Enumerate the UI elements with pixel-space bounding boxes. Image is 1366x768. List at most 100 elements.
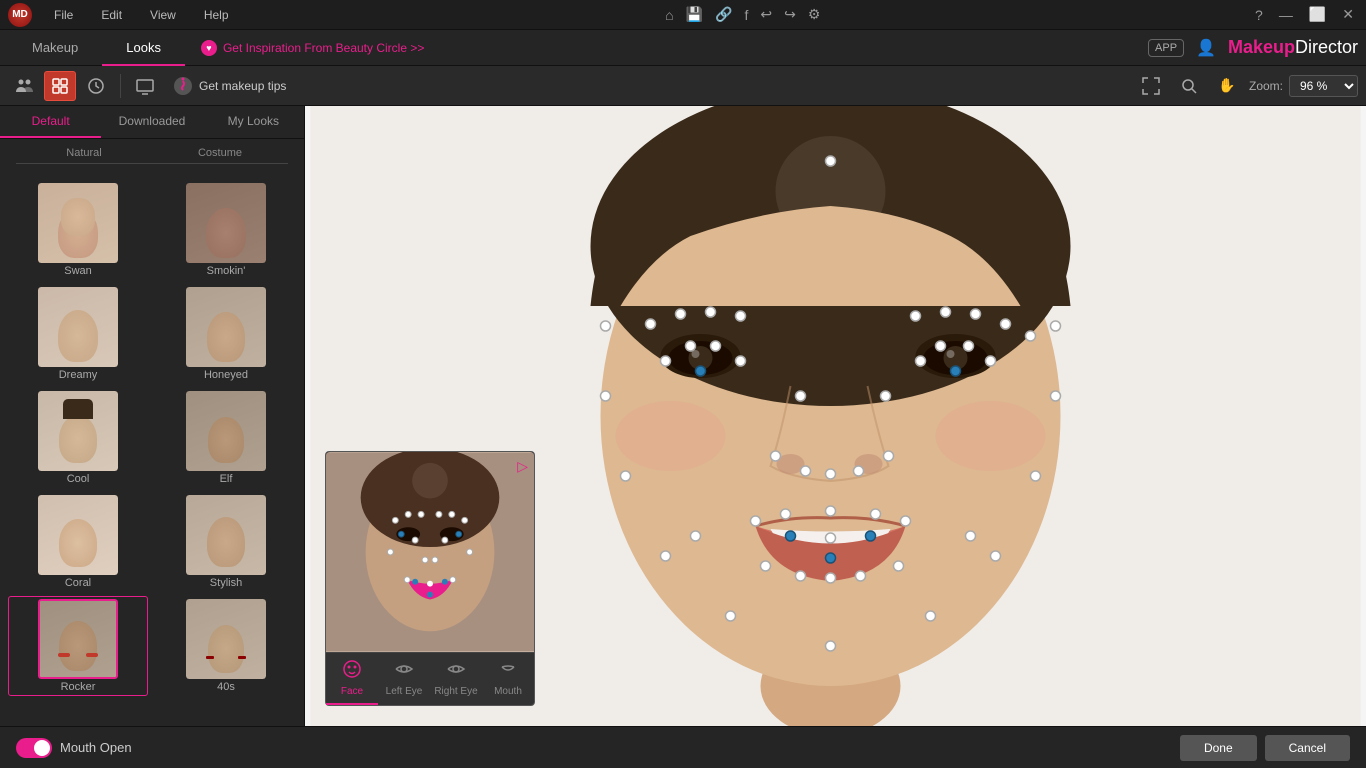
look-dreamy[interactable]: Dreamy [8,284,148,384]
history-tool[interactable] [80,71,112,101]
cool-label: Cool [67,473,90,485]
beauty-circle-label: Get Inspiration From Beauty Circle >> [223,41,424,55]
tab-my-looks[interactable]: My Looks [203,106,304,138]
category-natural: Natural [16,147,152,164]
save-icon[interactable]: 💾 [686,6,703,23]
face-tab-left-eye-icon [394,659,414,684]
right-header: APP 👤 MakeupDirector [1148,37,1358,58]
looks-grid-header: Natural Costume [0,139,304,172]
toolbar-right: ✋ Zoom: 96 % 50 % 75 % 100 % 125 % 150 % [1135,71,1358,101]
40s-thumb [186,599,266,679]
face-tool[interactable] [44,71,76,101]
swan-thumb [38,183,118,263]
help-button[interactable]: ? [1251,7,1267,23]
smokin-label: Smokin' [207,265,246,277]
face-map-panel: ▷ [325,451,535,706]
dreamy-thumb [38,287,118,367]
redo-icon[interactable]: ↪ [784,6,796,23]
hand-tool[interactable]: ✋ [1211,71,1243,101]
toggle-knob [34,740,50,756]
look-40s[interactable]: 40s [156,596,296,696]
honeyed-label: Honeyed [204,369,248,381]
zoom-label: Zoom: [1249,79,1283,93]
face-map-image: ▷ [326,452,534,652]
face-tab-mouth[interactable]: Mouth [482,653,534,705]
done-button[interactable]: Done [1180,735,1257,761]
toolbar-divider [120,74,121,98]
minimize-button[interactable]: — [1275,7,1297,23]
looks-grid: Swan Smokin' [0,172,304,726]
close-button[interactable]: ✕ [1338,6,1358,23]
stylish-thumb [186,495,266,575]
face-tab-face-icon [342,659,362,684]
screen-tool[interactable] [129,71,161,101]
content-area: Default Downloaded My Looks Natural Cost… [0,106,1366,726]
cool-thumb [38,391,118,471]
beauty-circle-link[interactable]: ♥ Get Inspiration From Beauty Circle >> [201,40,424,56]
tab-looks[interactable]: Looks [102,30,185,66]
app-name: MakeupDirector [1228,37,1358,58]
settings-icon[interactable]: ⚙ [808,6,821,23]
makeup-tips-button[interactable]: Get makeup tips [173,76,286,96]
menu-edit[interactable]: Edit [95,8,128,22]
menu-view[interactable]: View [144,8,182,22]
mouth-toggle-area: Mouth Open [16,738,132,758]
look-rocker[interactable]: Rocker [8,596,148,696]
fullscreen-tool[interactable] [1135,71,1167,101]
face-tab-right-eye-label: Right Eye [434,686,477,697]
bottom-actions: Done Cancel [1180,735,1350,761]
coral-label: Coral [65,577,91,589]
face-map-tabs: Face Left Eye [326,652,534,705]
stylish-label: Stylish [210,577,242,589]
coral-thumb [38,495,118,575]
titlebar-left: MD File Edit View Help [8,3,235,27]
toolbar: Get makeup tips ✋ Zoom: 96 % 50 % 75 % 1… [0,66,1366,106]
user-icon[interactable]: 👤 [1196,38,1216,58]
app-badge[interactable]: APP [1148,39,1184,57]
bottom-bar: Mouth Open Done Cancel [0,726,1366,768]
face-tab-face[interactable]: Face [326,653,378,705]
looks-row-5: Rocker 40s [8,596,296,696]
zoom-select[interactable]: 96 % 50 % 75 % 100 % 125 % 150 % [1289,75,1358,97]
looks-row-3: Cool Elf [8,388,296,488]
look-smokin[interactable]: Smokin' [156,180,296,280]
left-panel: Default Downloaded My Looks Natural Cost… [0,106,305,726]
face-tab-right-eye[interactable]: Right Eye [430,653,482,705]
look-honeyed[interactable]: Honeyed [156,284,296,384]
undo-icon[interactable]: ↩ [760,6,772,23]
tab-downloaded[interactable]: Downloaded [101,106,202,138]
beauty-circle-icon: ♥ [201,40,217,56]
viewport: ▷ [305,106,1366,726]
look-stylish[interactable]: Stylish [156,492,296,592]
face-tab-mouth-icon [498,659,518,684]
home-icon[interactable]: ⌂ [665,7,673,23]
smokin-thumb [186,183,266,263]
tab-makeup[interactable]: Makeup [8,30,102,66]
look-cool[interactable]: Cool [8,388,148,488]
cancel-button[interactable]: Cancel [1265,735,1350,761]
tab-default[interactable]: Default [0,106,101,138]
look-elf[interactable]: Elf [156,388,296,488]
facebook-icon[interactable]: f [744,7,748,23]
elf-thumb [186,391,266,471]
dreamy-label: Dreamy [59,369,98,381]
link-icon[interactable]: 🔗 [715,6,732,23]
menu-file[interactable]: File [48,8,79,22]
40s-label: 40s [217,681,235,693]
looks-row-1: Swan Smokin' [8,180,296,280]
titlebar: MD File Edit View Help ⌂ 💾 🔗 f ↩ ↪ ⚙ ? —… [0,0,1366,30]
tips-icon [173,76,193,96]
face-tab-left-eye-label: Left Eye [386,686,423,697]
titlebar-icons: ⌂ 💾 🔗 f ↩ ↪ ⚙ [665,6,820,23]
panel-tabs: Default Downloaded My Looks [0,106,304,139]
search-tool[interactable] [1173,71,1205,101]
menu-help[interactable]: Help [198,8,235,22]
look-coral[interactable]: Coral [8,492,148,592]
looks-row-4: Coral Stylish [8,492,296,592]
face-tab-right-eye-icon [446,659,466,684]
look-swan[interactable]: Swan [8,180,148,280]
people-tool[interactable] [8,71,40,101]
face-tab-left-eye[interactable]: Left Eye [378,653,430,705]
restore-button[interactable]: ⬜ [1305,6,1330,23]
mouth-open-toggle[interactable] [16,738,52,758]
